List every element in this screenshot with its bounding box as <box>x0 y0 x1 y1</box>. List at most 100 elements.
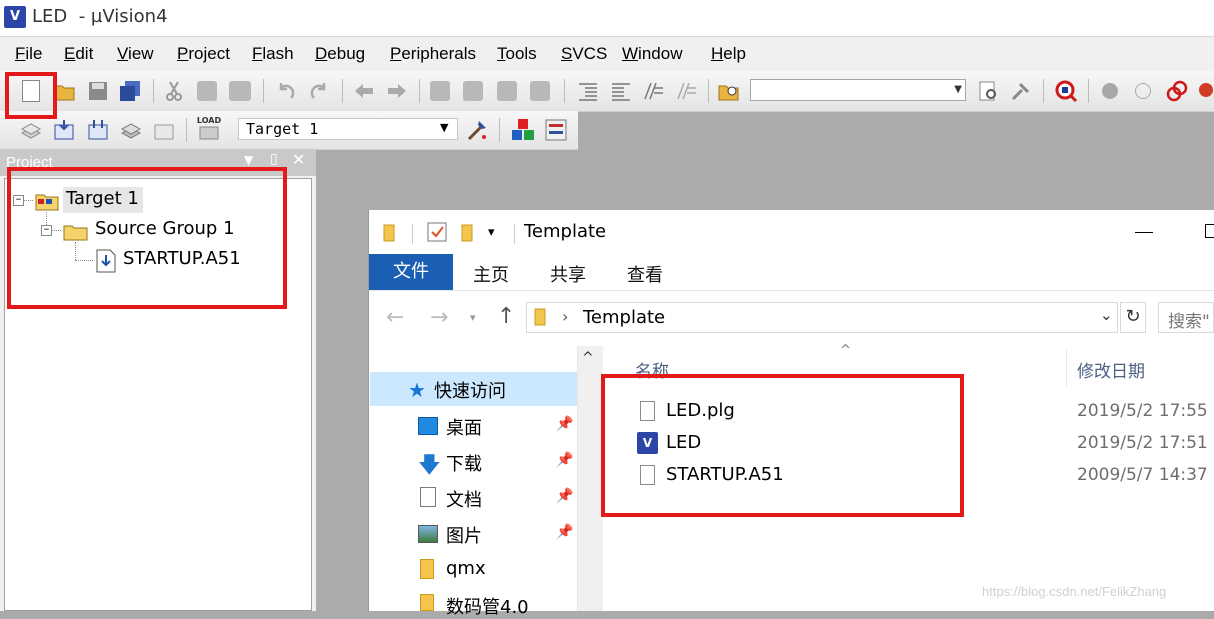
forward-arrow-icon[interactable]: → <box>430 305 448 330</box>
menu-edit[interactable]: Edit <box>64 44 93 64</box>
kill-breakpoints-icon[interactable] <box>1198 80 1214 102</box>
menu-flash[interactable]: Flash <box>252 44 294 64</box>
select-packs-icon[interactable] <box>544 118 567 141</box>
chevron-down-icon[interactable]: ▼ <box>954 84 962 95</box>
enable-breakpoint-icon[interactable] <box>1135 83 1151 99</box>
file-date-led-plg: 2019/5/2 17:55 <box>1077 401 1208 421</box>
refresh-icon[interactable]: ↻ <box>1120 302 1146 333</box>
file-toolbar <box>0 71 1214 112</box>
nav-item-documents[interactable]: 文档 <box>446 486 482 512</box>
find-combo-box[interactable]: ▼ <box>750 79 966 101</box>
uncomment-icon[interactable] <box>675 80 697 102</box>
ribbon-tab-share[interactable]: 共享 <box>550 261 586 287</box>
manage-components-icon[interactable] <box>511 118 534 140</box>
bookmark-prev-icon[interactable] <box>463 81 483 101</box>
translate-icon[interactable] <box>20 119 42 141</box>
file-date-led: 2019/5/2 17:51 <box>1077 433 1208 453</box>
up-arrow-icon[interactable]: ↑ <box>497 304 515 329</box>
titlebar-separator <box>412 224 413 244</box>
menu-help[interactable]: Help <box>711 44 746 64</box>
star-icon: ★ <box>408 378 426 402</box>
build-icon[interactable] <box>53 119 75 141</box>
build-toolbar: LOAD Target 1 ▼ <box>0 111 578 150</box>
cut-icon[interactable] <box>163 80 185 102</box>
menu-file[interactable]: File <box>15 44 42 64</box>
column-divider[interactable] <box>1066 350 1067 386</box>
debug-session-icon[interactable] <box>1054 79 1078 103</box>
copy-icon[interactable] <box>197 81 217 101</box>
download-icon[interactable]: LOAD <box>196 116 222 142</box>
undo-icon[interactable] <box>275 80 297 102</box>
navigate-back-icon[interactable] <box>353 80 375 102</box>
titlebar-separator <box>514 224 515 244</box>
pin-icon[interactable]: 📌 <box>556 452 573 468</box>
toolbar-separator <box>342 79 343 103</box>
scroll-up-icon[interactable]: ^ <box>582 350 594 366</box>
comment-icon[interactable] <box>642 80 664 102</box>
menu-svcs[interactable]: SVCS <box>561 44 607 64</box>
maximize-icon[interactable] <box>1205 224 1214 238</box>
toolbar-separator <box>419 79 420 103</box>
ribbon-tab-home[interactable]: 主页 <box>473 261 509 287</box>
explorer-titlebar <box>369 210 1214 254</box>
recent-locations-icon[interactable]: ▾ <box>470 311 476 324</box>
bookmark-next-icon[interactable] <box>497 81 517 101</box>
minimize-icon[interactable] <box>1135 232 1153 233</box>
close-icon[interactable]: ✕ <box>292 150 305 169</box>
navigate-forward-icon[interactable] <box>386 80 408 102</box>
bookmark-clear-icon[interactable] <box>530 81 550 101</box>
disable-breakpoints-icon[interactable] <box>1166 80 1188 102</box>
rebuild-icon[interactable] <box>87 119 109 141</box>
batch-build-icon[interactable] <box>120 119 142 141</box>
column-header-date[interactable]: 修改日期 <box>1077 357 1145 382</box>
menu-project[interactable]: Project <box>177 44 230 64</box>
pin-icon[interactable]: ▯ <box>270 151 278 167</box>
chevron-down-icon[interactable]: ▼ <box>440 121 448 134</box>
toolbar-separator <box>153 79 154 103</box>
unindent-icon[interactable] <box>610 80 632 102</box>
find-in-files-icon[interactable] <box>718 80 740 102</box>
bookmark-toggle-icon[interactable] <box>430 81 450 101</box>
indent-icon[interactable] <box>577 80 599 102</box>
target-options-icon[interactable] <box>466 119 488 141</box>
menu-window[interactable]: Window <box>622 44 682 64</box>
documents-icon <box>420 487 436 507</box>
pin-icon[interactable]: 📌 <box>556 416 573 432</box>
chevron-down-icon[interactable]: ⌄ <box>1100 306 1113 324</box>
nav-item-downloads[interactable]: 下载 <box>446 450 482 476</box>
pane-dropdown-icon[interactable]: ▼ <box>244 153 253 167</box>
breadcrumb-chevron-icon[interactable]: › <box>562 307 568 326</box>
nav-item-pictures[interactable]: 图片 <box>446 522 482 548</box>
pin-icon[interactable]: 📌 <box>556 488 573 504</box>
nav-item-digital-tube[interactable]: 数码管4.0 <box>446 593 529 619</box>
nav-item-qmx[interactable]: qmx <box>446 558 486 579</box>
ribbon-tab-file[interactable]: 文件 <box>369 254 453 290</box>
new-folder-icon[interactable] <box>460 222 478 246</box>
nav-item-desktop[interactable]: 桌面 <box>446 414 482 440</box>
menu-peripherals[interactable]: Peripherals <box>390 44 476 64</box>
back-arrow-icon[interactable]: ← <box>386 305 404 330</box>
window-title: LED - µVision4 <box>32 6 168 27</box>
incremental-find-icon[interactable] <box>1010 80 1032 102</box>
find-icon[interactable] <box>977 80 999 102</box>
annotation-box-project-tree <box>7 167 287 309</box>
paste-icon[interactable] <box>229 81 251 101</box>
menu-bar: File Edit View Project Flash Debug Perip… <box>0 37 1214 71</box>
load-label: LOAD <box>196 116 222 125</box>
menu-tools[interactable]: Tools <box>497 44 537 64</box>
open-folder-icon[interactable] <box>54 80 76 102</box>
save-icon[interactable] <box>87 80 109 102</box>
redo-icon[interactable] <box>308 80 330 102</box>
navigation-scrollbar[interactable] <box>577 346 603 611</box>
insert-breakpoint-icon[interactable] <box>1102 83 1118 99</box>
menu-debug[interactable]: Debug <box>315 44 365 64</box>
ribbon-tab-view[interactable]: 查看 <box>627 261 663 287</box>
properties-icon[interactable] <box>426 221 448 247</box>
pin-icon[interactable]: 📌 <box>556 524 573 540</box>
customize-quick-access-icon[interactable]: ▾ <box>488 225 495 240</box>
address-path: Template <box>583 307 666 328</box>
stop-build-icon[interactable] <box>153 119 175 141</box>
file-date-startup: 2009/5/7 14:37 <box>1077 465 1208 485</box>
save-all-icon[interactable] <box>119 80 141 102</box>
menu-view[interactable]: View <box>117 44 154 64</box>
